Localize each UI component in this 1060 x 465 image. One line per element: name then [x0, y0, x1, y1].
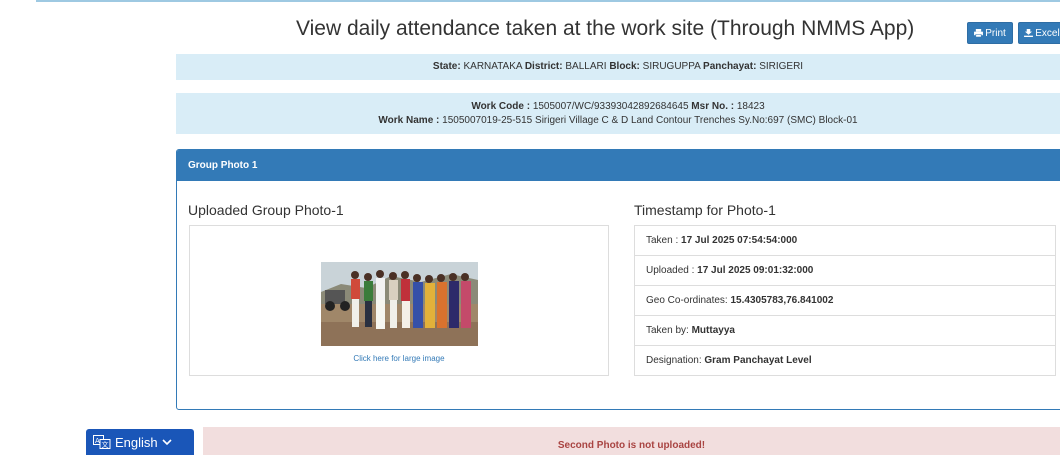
list-item-uploaded: Uploaded : 17 Jul 2025 09:01:32:000 — [634, 255, 1056, 286]
printer-icon — [974, 29, 984, 37]
download-icon — [1024, 29, 1034, 37]
chevron-down-icon — [162, 438, 172, 445]
work-name-line: Work Name : 1505007019-25-515 Sirigeri V… — [378, 115, 858, 126]
list-item-taken: Taken : 17 Jul 2025 07:54:54:000 — [634, 225, 1056, 256]
page-title: View daily attendance taken at the work … — [296, 17, 915, 40]
second-photo-alert: Second Photo is not uploaded! — [203, 427, 1060, 455]
list-item-taken-by: Taken by: Muttayya — [634, 315, 1056, 346]
top-divider — [36, 0, 1060, 2]
work-code-line: Work Code : 1505007/WC/93393042892684645… — [471, 101, 765, 112]
excel-button[interactable]: Excel — [1018, 22, 1060, 44]
group-photo[interactable] — [321, 262, 478, 346]
language-label: English — [115, 434, 158, 450]
group-photo-panel: Group Photo 1 Uploaded Group Photo-1 Tim… — [176, 149, 1060, 410]
uploaded-photo-heading: Uploaded Group Photo-1 — [188, 202, 344, 218]
timestamp-heading: Timestamp for Photo-1 — [634, 202, 776, 218]
timestamp-list: Taken : 17 Jul 2025 07:54:54:000 Uploade… — [634, 225, 1056, 376]
panel-title: Group Photo 1 — [177, 150, 1060, 181]
list-item-designation: Designation: Gram Panchayat Level — [634, 345, 1056, 376]
list-item-geo: Geo Co-ordinates: 15.4305783,76.841002 — [634, 285, 1056, 316]
excel-label: Excel — [1035, 27, 1060, 39]
print-label: Print — [985, 27, 1006, 39]
print-button[interactable]: Print — [967, 22, 1013, 44]
translate-icon: A 文 — [93, 435, 111, 449]
photo-box: Click here for large image — [189, 225, 609, 376]
svg-text:A: A — [95, 437, 100, 445]
language-selector[interactable]: A 文 English — [86, 429, 194, 455]
svg-text:文: 文 — [102, 440, 109, 449]
location-strip: State: KARNATAKA District: BALLARI Block… — [176, 54, 1060, 80]
work-strip: Work Code : 1505007/WC/93393042892684645… — [176, 93, 1060, 134]
large-image-link[interactable]: Click here for large image — [190, 354, 608, 363]
